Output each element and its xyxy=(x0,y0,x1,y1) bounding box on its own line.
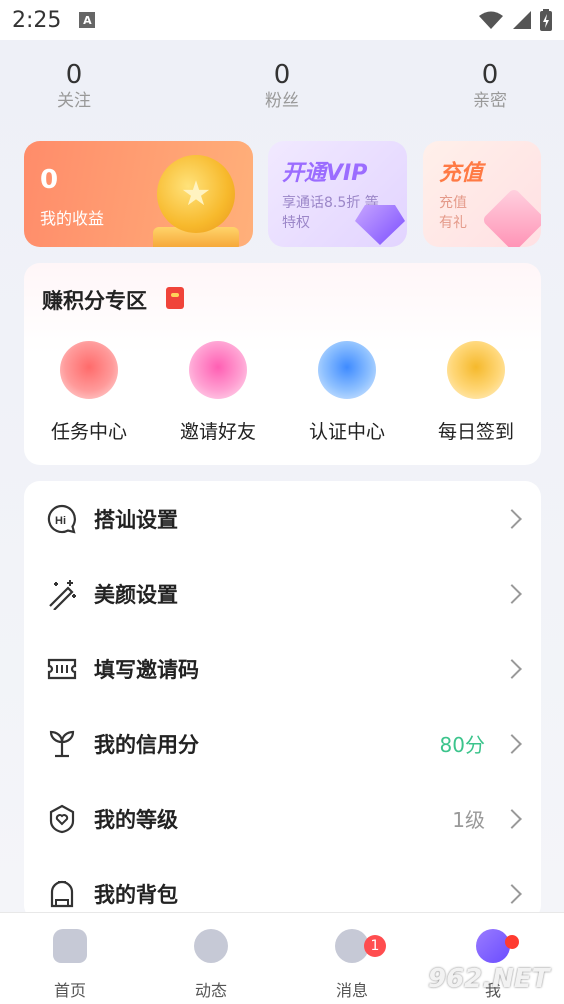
recharge-subtitle: 充值 有礼 xyxy=(439,195,467,231)
chevron-right-icon xyxy=(502,883,522,904)
tab-label: 消息 xyxy=(335,981,368,1000)
menu-item-label: 我的等级 xyxy=(94,807,178,832)
badge-heart-icon xyxy=(49,804,75,833)
stats-row: 0 关注 0 粉丝 0 亲密 xyxy=(0,60,564,120)
recharge-title: 充值 xyxy=(439,161,484,186)
profile-page: 0 关注 0 粉丝 0 亲密 0 我的收益 ★ 开通VIP 享通话8.5折 等特… xyxy=(0,40,564,921)
points-section: 赚积分专区 任务中心 邀请好友 认证中心 每日签到 xyxy=(24,263,541,465)
points-item-label: 认证中心 xyxy=(308,421,385,443)
signal-icon xyxy=(513,11,531,29)
sprout-icon xyxy=(49,730,75,757)
status-icons xyxy=(478,9,552,31)
stat-following[interactable]: 0 关注 xyxy=(24,60,124,112)
menu-item-chat-settings[interactable]: Hi 搭讪设置 xyxy=(24,481,541,556)
notification-a-icon: A xyxy=(79,12,96,28)
stat-value: 0 xyxy=(481,60,499,90)
home-icon xyxy=(53,929,87,963)
settings-menu: Hi 搭讪设置 美颜设置 填写邀请码 我的信用分 80分 我的等级 1级 我的背… xyxy=(24,481,541,921)
menu-item-label: 我的背包 xyxy=(94,882,178,907)
compass-icon xyxy=(194,929,228,963)
points-item-label: 邀请好友 xyxy=(179,421,256,443)
credit-score-value: 80分 xyxy=(439,733,485,757)
unread-badge: 1 xyxy=(364,935,386,957)
menu-item-label: 填写邀请码 xyxy=(94,657,199,682)
earnings-label: 我的收益 xyxy=(40,209,105,228)
battery-icon xyxy=(540,9,552,31)
tab-label: 动态 xyxy=(194,981,227,1000)
stat-label: 亲密 xyxy=(473,91,507,111)
tab-moments[interactable]: 动态 xyxy=(161,929,261,1001)
diamond-icon xyxy=(355,205,405,245)
wifi-icon xyxy=(479,11,503,29)
daily-checkin-button[interactable]: 每日签到 xyxy=(421,341,531,444)
vip-title: 开通VIP xyxy=(282,161,368,186)
chevron-right-icon xyxy=(502,808,522,829)
stat-label: 关注 xyxy=(57,91,91,111)
level-value: 1级 xyxy=(452,808,485,832)
menu-item-label: 美颜设置 xyxy=(94,582,178,607)
magic-wand-icon xyxy=(49,579,76,610)
svg-text:Hi: Hi xyxy=(55,515,66,527)
points-item-label: 任务中心 xyxy=(50,421,127,443)
ticket-icon xyxy=(47,658,77,679)
chevron-right-icon xyxy=(502,508,522,529)
notification-dot xyxy=(505,935,519,949)
earnings-card[interactable]: 0 我的收益 ★ xyxy=(24,141,253,247)
vip-card[interactable]: 开通VIP 享通话8.5折 等特权 xyxy=(268,141,407,247)
red-packet-icon xyxy=(166,287,184,309)
chevron-right-icon xyxy=(502,583,522,604)
tab-messages[interactable]: 1 消息 xyxy=(302,929,402,1001)
profile-face-icon xyxy=(476,929,510,963)
pink-gem-icon xyxy=(481,187,541,247)
stat-label: 粉丝 xyxy=(265,91,299,111)
stat-intimate[interactable]: 0 亲密 xyxy=(440,60,540,112)
earnings-value: 0 xyxy=(40,165,59,195)
stat-value: 0 xyxy=(65,60,83,90)
invite-friends-button[interactable]: 邀请好友 xyxy=(163,341,273,444)
user-icon xyxy=(189,341,247,399)
menu-item-label: 我的信用分 xyxy=(94,732,199,757)
calendar-check-icon xyxy=(447,341,505,399)
menu-item-beauty-settings[interactable]: 美颜设置 xyxy=(24,556,541,631)
recharge-card[interactable]: 充值 充值 有礼 xyxy=(423,141,541,247)
watermark-logo: 962.NET xyxy=(428,964,550,994)
shield-check-icon xyxy=(318,341,376,399)
menu-item-level[interactable]: 我的等级 1级 xyxy=(24,781,541,856)
stat-value: 0 xyxy=(273,60,291,90)
tab-home[interactable]: 首页 xyxy=(20,929,120,1001)
stat-fans[interactable]: 0 粉丝 xyxy=(232,60,332,112)
menu-item-invite-code[interactable]: 填写邀请码 xyxy=(24,631,541,706)
menu-item-credit-score[interactable]: 我的信用分 80分 xyxy=(24,706,541,781)
backpack-icon xyxy=(50,880,74,907)
status-bar: 2:25 A xyxy=(0,0,564,40)
status-time: 2:25 xyxy=(12,7,62,33)
tab-label: 首页 xyxy=(53,981,86,1000)
chevron-right-icon xyxy=(502,733,522,754)
gift-icon xyxy=(60,341,118,399)
star-icon: ★ xyxy=(180,174,212,214)
verification-center-button[interactable]: 认证中心 xyxy=(292,341,402,444)
points-title: 赚积分专区 xyxy=(42,289,147,313)
menu-item-label: 搭讪设置 xyxy=(94,507,178,532)
chevron-right-icon xyxy=(502,658,522,679)
task-center-button[interactable]: 任务中心 xyxy=(34,341,144,444)
hi-chat-icon: Hi xyxy=(47,504,76,534)
points-item-label: 每日签到 xyxy=(437,421,514,443)
